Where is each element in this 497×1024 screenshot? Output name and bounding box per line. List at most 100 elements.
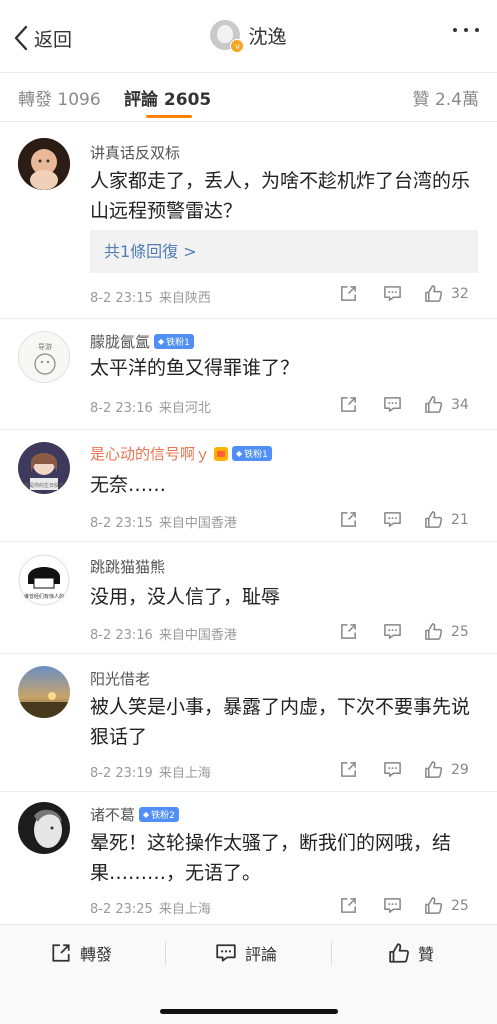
comment-meta: 8-2 23:16 来自河北 xyxy=(90,401,211,416)
comment-item: 诸不葛 ◆ 铁粉2 晕死！这轮操作太骚了，断我们的网哦，结果………，无语了。 8-… xyxy=(0,792,497,922)
like-button[interactable]: 29 xyxy=(424,760,479,779)
repost-label: 轉發 xyxy=(80,945,113,964)
repost-button[interactable]: 轉發 xyxy=(50,939,112,967)
comment-actions: 34 xyxy=(339,395,479,414)
author-avatar[interactable]: v xyxy=(210,20,245,53)
like-icon xyxy=(425,285,443,302)
like-button[interactable]: 25 xyxy=(424,896,479,915)
comment-actions: 32 xyxy=(339,284,479,303)
verified-icon: v xyxy=(230,39,245,53)
like-count: 34 xyxy=(451,396,469,413)
comment-username[interactable]: 阳光借老 xyxy=(90,668,150,689)
like-count: 21 xyxy=(451,511,469,528)
comment-actions: 21 xyxy=(339,510,479,529)
avatar[interactable] xyxy=(18,138,70,190)
comment-item: 讲真话反双标 人家都走了，丢人，为啥不趁机炸了台湾的乐山远程预警雷达？ 共1條回… xyxy=(0,122,497,319)
avatar[interactable] xyxy=(18,666,70,718)
author-name: 沈逸 xyxy=(248,25,287,48)
comment-text: 无奈…… xyxy=(90,474,167,496)
fan-badge: ◆ 铁粉1 xyxy=(154,334,194,349)
comment-actions: 25 xyxy=(339,896,479,915)
like-icon xyxy=(425,396,443,413)
like-button[interactable]: 21 xyxy=(424,510,479,529)
tab-comment[interactable]: 評論 2605 xyxy=(124,85,211,110)
tab-like[interactable]: 贊 2.4萬 xyxy=(413,85,479,110)
comment-username[interactable]: 跳跳猫猫熊 xyxy=(90,556,165,577)
comment-icon xyxy=(216,944,236,962)
like-button[interactable]: 34 xyxy=(424,395,479,414)
comment-actions: 25 xyxy=(339,622,479,641)
comment-label: 評論 xyxy=(245,945,278,964)
comment-text: 晕死！这轮操作太骚了，断我们的网哦，结果………，无语了。 xyxy=(90,832,452,884)
like-button[interactable]: 贊 xyxy=(388,939,434,967)
comment-icon[interactable] xyxy=(383,395,402,414)
comment-username[interactable]: 朦胧氤氲 ◆ 铁粉1 xyxy=(90,331,194,352)
more-icon[interactable] xyxy=(453,28,479,32)
diamond-icon: ◆ xyxy=(158,337,165,346)
like-button[interactable]: 25 xyxy=(424,622,479,641)
comment-actions: 29 xyxy=(339,760,479,779)
avatar[interactable]: 谁曾经们有惊人的 xyxy=(18,554,70,606)
like-icon xyxy=(425,761,443,778)
nav-bar: 返回 v 沈逸 xyxy=(0,0,497,72)
crown-icon xyxy=(214,446,229,461)
avatar[interactable] xyxy=(18,802,70,854)
share-icon[interactable] xyxy=(339,510,358,529)
comment-icon[interactable] xyxy=(383,510,402,529)
share-icon[interactable] xyxy=(339,622,358,641)
fan-badge: ◆ 铁粉1 xyxy=(232,446,272,461)
comment-button[interactable]: 評論 xyxy=(215,939,277,967)
svg-text:谁曾经们有惊人的: 谁曾经们有惊人的 xyxy=(24,593,64,600)
share-icon[interactable] xyxy=(339,760,358,779)
comment-item: 导游 朦胧氤氲 ◆ 铁粉1 太平洋的鱼又得罪谁了？ 8-2 23:16 来自河北 3… xyxy=(0,319,497,430)
comment-item: 阳光借老 被人笑是小事，暴露了内虚，下次不要事先说狠话了 8-2 23:19 来自… xyxy=(0,654,497,792)
diamond-icon: ◆ xyxy=(236,449,243,458)
comment-icon[interactable] xyxy=(383,896,402,915)
svg-text:导游: 导游 xyxy=(38,342,52,351)
like-icon xyxy=(425,511,443,528)
comment-meta: 8-2 23:19 来自上海 xyxy=(90,766,211,781)
tab-indicator xyxy=(146,115,192,118)
svg-text:我是你的生日快乐: 我是你的生日快乐 xyxy=(24,482,64,489)
like-icon xyxy=(425,623,443,640)
bottom-action-bar: 轉發 評論 贊 xyxy=(0,924,497,1024)
comment-text: 没用，没人信了，耻辱 xyxy=(90,586,281,608)
comment-username[interactable]: 诸不葛 ◆ 铁粉2 xyxy=(90,804,179,825)
like-icon xyxy=(389,943,409,963)
like-label: 贊 xyxy=(418,945,435,964)
comment-icon[interactable] xyxy=(383,760,402,779)
tab-bar: 轉發 1096 評論 2605 贊 2.4萬 xyxy=(0,72,497,122)
comment-meta: 8-2 23:25 来自上海 xyxy=(90,902,211,917)
comment-username[interactable]: 讲真话反双标 xyxy=(90,142,180,163)
like-count: 25 xyxy=(451,897,469,914)
comment-list: 讲真话反双标 人家都走了，丢人，为啥不趁机炸了台湾的乐山远程预警雷达？ 共1條回… xyxy=(0,122,497,922)
comment-username[interactable]: 是心动的信号啊ｙ ◆ 铁粉1 xyxy=(90,443,272,464)
like-icon xyxy=(425,897,443,914)
like-count: 25 xyxy=(451,623,469,640)
comment-meta: 8-2 23:15 来自陕西 xyxy=(90,291,211,306)
avatar[interactable]: 我是你的生日快乐 xyxy=(18,442,70,494)
fan-badge: ◆ 铁粉2 xyxy=(139,807,179,822)
comment-icon[interactable] xyxy=(383,622,402,641)
share-icon[interactable] xyxy=(339,395,358,414)
like-count: 29 xyxy=(451,761,469,778)
avatar[interactable]: 导游 xyxy=(18,331,70,383)
like-count: 32 xyxy=(451,285,469,302)
like-button[interactable]: 32 xyxy=(424,284,479,303)
share-icon[interactable] xyxy=(339,284,358,303)
share-icon[interactable] xyxy=(339,896,358,915)
comment-text: 被人笑是小事，暴露了内虚，下次不要事先说狠话了 xyxy=(90,696,471,748)
comment-icon[interactable] xyxy=(383,284,402,303)
diamond-icon: ◆ xyxy=(143,810,150,819)
comment-item: 我是你的生日快乐 是心动的信号啊ｙ ◆ 铁粉1 无奈…… 8-2 23:15 来自中… xyxy=(0,430,497,542)
comment-text: 太平洋的鱼又得罪谁了？ xyxy=(90,357,300,379)
tab-repost[interactable]: 轉發 1096 xyxy=(18,85,101,110)
comment-meta: 8-2 23:16 来自中国香港 xyxy=(90,628,237,643)
comment-item: 谁曾经们有惊人的 跳跳猫猫熊 没用，没人信了，耻辱 8-2 23:16 来自中国香… xyxy=(0,542,497,654)
share-icon xyxy=(52,944,70,962)
page-title: v 沈逸 xyxy=(0,20,497,53)
comment-text: 人家都走了，丢人，为啥不趁机炸了台湾的乐山远程预警雷达？ xyxy=(90,170,471,222)
comment-meta: 8-2 23:15 来自中国香港 xyxy=(90,516,237,531)
home-indicator[interactable] xyxy=(160,1009,338,1014)
view-replies-link[interactable]: 共1條回復 > xyxy=(90,230,478,273)
